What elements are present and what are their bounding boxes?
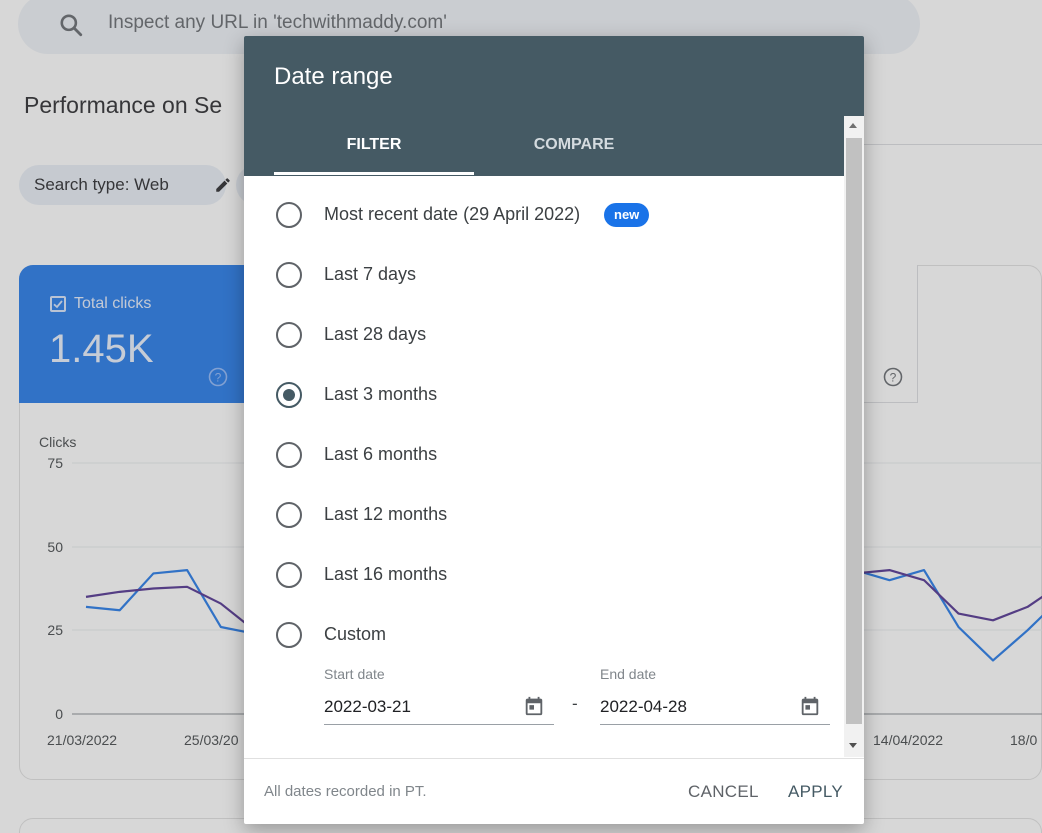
apply-button[interactable]: APPLY <box>788 776 843 808</box>
radio-button[interactable] <box>276 562 302 588</box>
scroll-down-arrow-icon[interactable] <box>849 743 857 748</box>
date-range-dialog: Date range FILTER COMPARE Most recent da… <box>244 36 864 824</box>
start-date-field[interactable]: Start date 2022-03-21 <box>324 666 554 728</box>
field-underline <box>600 724 830 725</box>
option-label: Last 16 months <box>324 564 448 584</box>
option-last-7-days[interactable]: Last 7 days <box>274 254 834 298</box>
field-underline <box>324 724 554 725</box>
dialog-header: Date range FILTER COMPARE <box>244 36 864 176</box>
active-tab-indicator <box>274 172 474 175</box>
dialog-title: Date range <box>274 63 393 90</box>
option-custom[interactable]: Custom <box>274 614 834 658</box>
timezone-note: All dates recorded in PT. <box>264 783 427 800</box>
option-label: Last 6 months <box>324 444 438 464</box>
calendar-icon[interactable] <box>523 695 545 717</box>
option-last-12-months[interactable]: Last 12 months <box>274 494 834 538</box>
radio-button[interactable] <box>276 202 302 228</box>
date-separator: - <box>572 694 578 713</box>
option-label: Most recent date (29 April 2022) <box>324 204 581 224</box>
option-last-28-days[interactable]: Last 28 days <box>274 314 834 358</box>
start-date-input[interactable]: 2022-03-21 <box>324 697 411 717</box>
option-label: Last 12 months <box>324 504 448 524</box>
option-label: Custom <box>324 624 387 644</box>
start-date-caption: Start date <box>324 666 385 682</box>
end-date-caption: End date <box>600 666 657 682</box>
calendar-icon[interactable] <box>799 695 821 717</box>
radio-dot <box>283 389 295 401</box>
option-last-16-months[interactable]: Last 16 months <box>274 554 834 598</box>
cancel-button[interactable]: CANCEL <box>688 776 759 808</box>
new-badge: new <box>604 203 650 227</box>
radio-button[interactable] <box>276 442 302 468</box>
scroll-up-arrow-icon[interactable] <box>849 123 857 128</box>
radio-button[interactable] <box>276 322 302 348</box>
end-date-field[interactable]: End date 2022-04-28 <box>600 666 830 728</box>
scrollbar-thumb[interactable] <box>846 138 862 724</box>
option-most-recent-date[interactable]: Most recent date (29 April 2022) new <box>274 194 834 238</box>
option-label: Last 3 months <box>324 384 438 404</box>
radio-button[interactable] <box>276 622 302 648</box>
option-label: Last 28 days <box>324 324 427 344</box>
end-date-input[interactable]: 2022-04-28 <box>600 697 687 717</box>
option-last-6-months[interactable]: Last 6 months <box>274 434 834 478</box>
option-last-3-months[interactable]: Last 3 months <box>274 374 834 418</box>
option-label: Last 7 days <box>324 264 417 284</box>
tab-filter[interactable]: FILTER <box>274 118 474 176</box>
footer-divider <box>244 758 864 759</box>
tab-compare[interactable]: COMPARE <box>474 118 674 176</box>
radio-button[interactable] <box>276 502 302 528</box>
radio-button-selected[interactable] <box>276 382 302 408</box>
radio-button[interactable] <box>276 262 302 288</box>
